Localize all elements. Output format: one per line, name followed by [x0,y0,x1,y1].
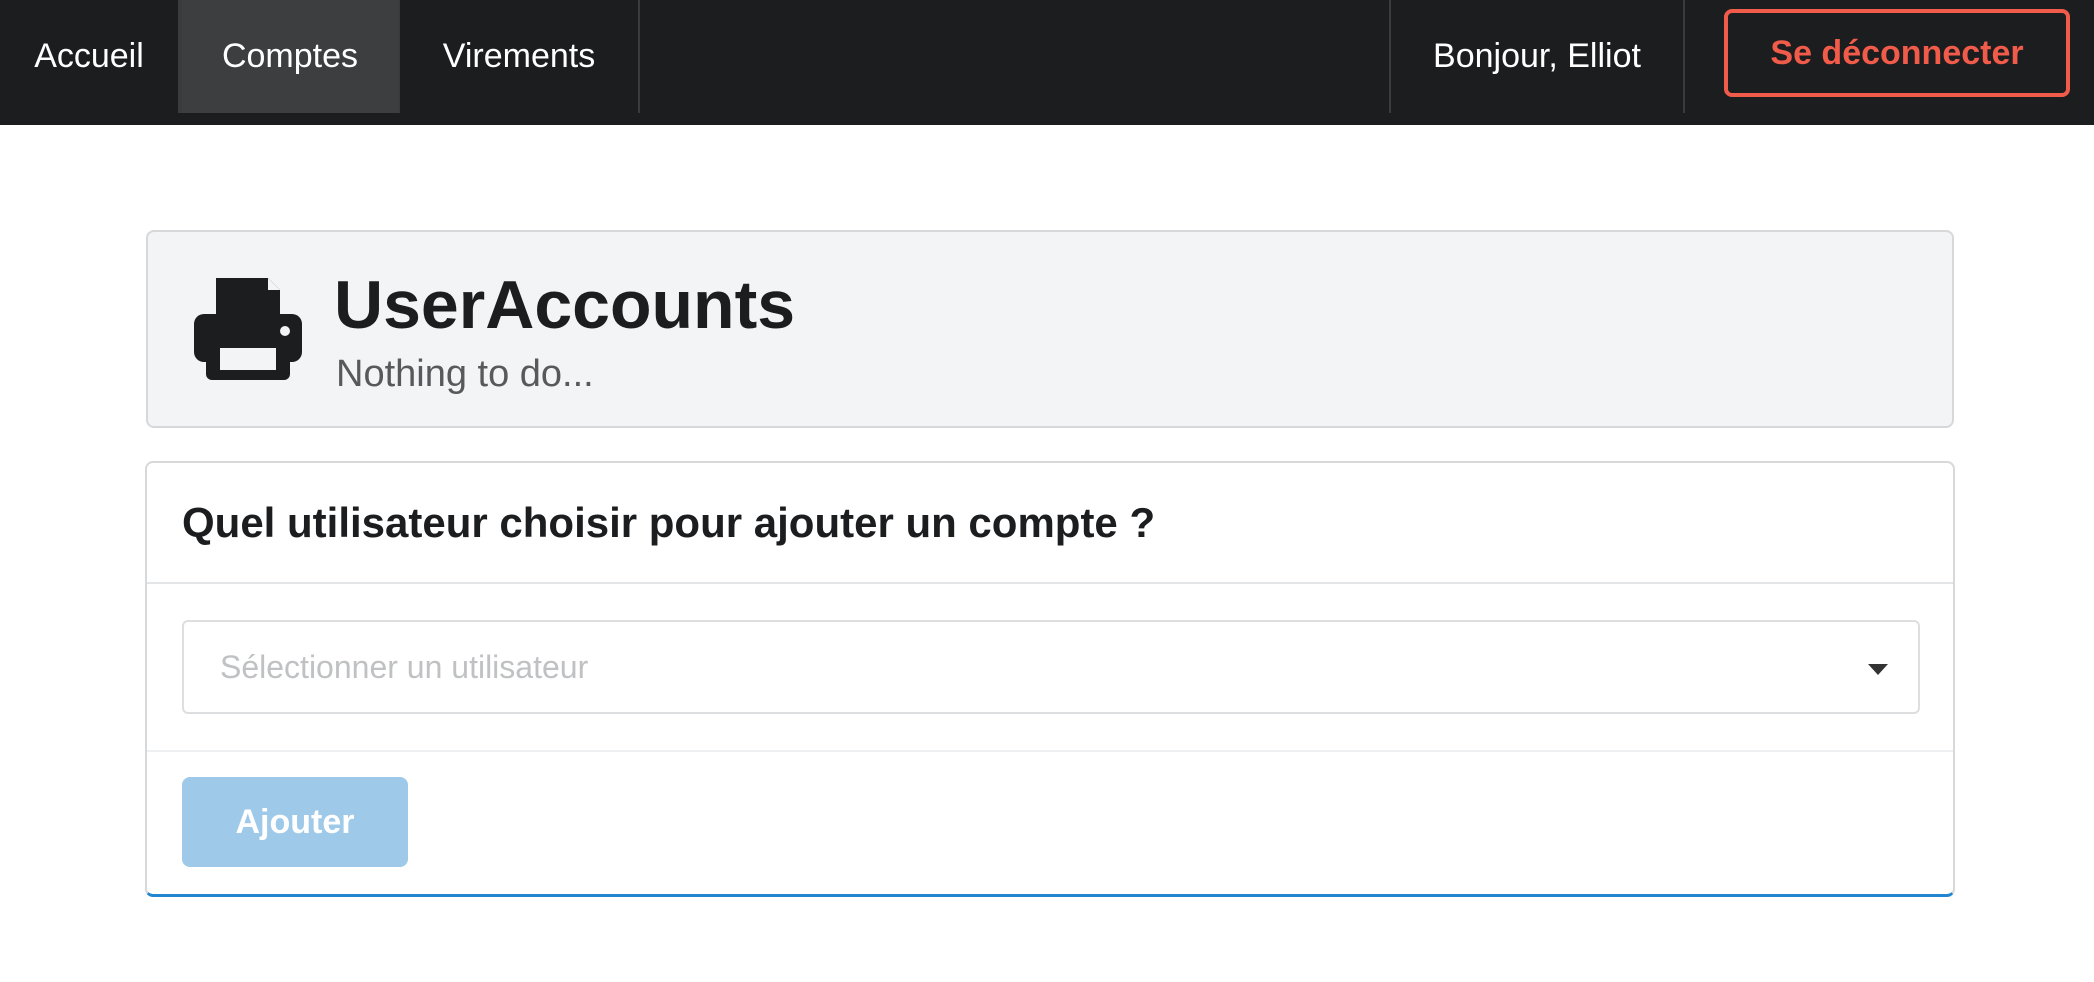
logout-button[interactable]: Se déconnecter [1724,9,2070,97]
greeting-text: Bonjour, Elliot [1433,37,1641,75]
nav-item-label: Comptes [221,37,359,75]
nav-item-comptes[interactable]: Comptes [180,0,400,113]
page-subtitle: Nothing to do... [336,353,594,395]
nav-item-label: Accueil [34,37,144,75]
caret-down-icon [1868,664,1888,675]
add-account-form: Quel utilisateur choisir pour ajouter un… [145,461,1955,897]
nav-item-virements[interactable]: Virements [400,0,640,113]
divider [147,750,1953,752]
user-select[interactable]: Sélectionner un utilisateur [182,620,1920,714]
user-greeting: Bonjour, Elliot [1389,0,1685,113]
nav-item-accueil[interactable]: Accueil [0,0,180,113]
form-heading: Quel utilisateur choisir pour ajouter un… [147,463,1953,584]
add-button[interactable]: Ajouter [182,777,408,867]
printer-icon [194,278,302,380]
nav-item-label: Virements [442,37,596,75]
page-title: UserAccounts [334,267,796,343]
select-placeholder: Sélectionner un utilisateur [220,648,589,685]
top-navbar: Accueil Comptes Virements Bonjour, Ellio… [0,0,2094,125]
page-header: UserAccounts Nothing to do... [146,230,1954,428]
